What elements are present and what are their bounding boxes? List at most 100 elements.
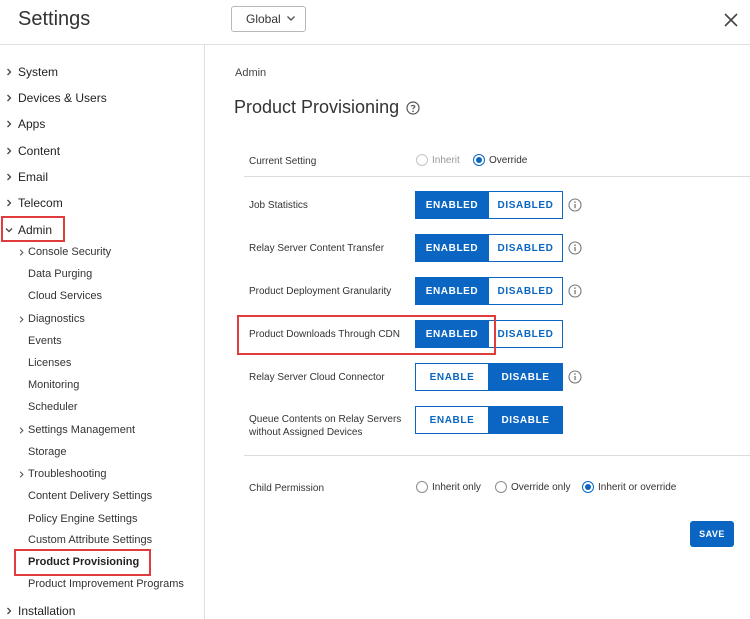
row-label-relay-content-transfer: Relay Server Content Transfer — [249, 243, 385, 254]
sidebar-item-system[interactable]: System — [0, 61, 58, 83]
sidebar-item-devices-users[interactable]: Devices & Users — [0, 87, 107, 109]
enabled-option[interactable]: ENABLED — [415, 234, 489, 262]
info-icon[interactable] — [568, 370, 582, 384]
close-icon[interactable] — [722, 11, 740, 29]
toggle-deployment-granularity: ENABLED DISABLED — [415, 277, 563, 305]
sidebar-subitem-storage[interactable]: Storage — [17, 442, 67, 462]
sidebar-item-label: Apps — [18, 117, 46, 131]
help-icon[interactable] — [406, 100, 420, 115]
sidebar-subitem-label: Console Security — [28, 246, 112, 258]
sidebar-subitem-label: Data Purging — [28, 268, 93, 280]
sidebar-item-label: Email — [18, 170, 49, 184]
sidebar-subitem-content-delivery-settings[interactable]: Content Delivery Settings — [17, 486, 152, 506]
chevron-right-icon — [19, 315, 24, 323]
radio-dot — [473, 154, 485, 166]
sidebar-subitem-troubleshooting[interactable]: Troubleshooting — [17, 464, 106, 484]
sidebar-item-admin[interactable]: Admin — [0, 219, 52, 241]
sidebar-subitem-label: Storage — [28, 446, 67, 458]
sidebar-item-label: Content — [18, 144, 61, 158]
page-title: Product Provisioning — [234, 97, 420, 118]
chevron-right-icon — [7, 120, 12, 128]
sidebar-item-telecom[interactable]: Telecom — [0, 192, 63, 214]
main-panel: Admin Product Provisioning Current Setti… — [206, 45, 750, 619]
enabled-option[interactable]: ENABLED — [415, 320, 489, 348]
divider — [244, 455, 750, 456]
enabled-option[interactable]: ENABLED — [415, 191, 489, 219]
current-setting-label: Current Setting — [249, 156, 317, 167]
chevron-right-icon — [7, 94, 12, 102]
radio-override[interactable]: Override — [473, 154, 527, 166]
sidebar-item-content[interactable]: Content — [0, 140, 60, 162]
enable-option[interactable]: ENABLE — [415, 363, 489, 391]
row-label-line: without Assigned Devices — [249, 427, 363, 438]
sidebar-subitem-policy-engine-settings[interactable]: Policy Engine Settings — [17, 509, 137, 529]
disabled-option[interactable]: DISABLED — [489, 277, 563, 305]
scope-dropdown-value: Global — [246, 12, 281, 26]
breadcrumb[interactable]: Admin — [235, 67, 266, 79]
chevron-down-icon — [5, 228, 13, 233]
save-button[interactable]: SAVE — [690, 521, 734, 547]
scope-dropdown[interactable]: Global — [231, 6, 306, 32]
sidebar-subitem-licenses[interactable]: Licenses — [17, 353, 71, 373]
radio-dot — [582, 481, 594, 493]
radio-label: Override — [489, 154, 528, 166]
sidebar-subitem-label: Events — [28, 335, 62, 347]
sidebar-subitem-events[interactable]: Events — [17, 331, 62, 351]
toggle-downloads-cdn: ENABLED DISABLED — [415, 320, 563, 348]
sidebar-subitem-label: Diagnostics — [28, 313, 85, 325]
sidebar-subitem-label: Troubleshooting — [28, 468, 107, 480]
sidebar-item-label: Telecom — [18, 196, 63, 210]
sidebar-subitem-label: Scheduler — [28, 401, 78, 413]
enable-option[interactable]: ENABLE — [415, 406, 489, 434]
sidebar-subitem-label: Product Provisioning — [28, 556, 140, 568]
toggle-job-statistics: ENABLED DISABLED — [415, 191, 563, 219]
sidebar-subitem-diagnostics[interactable]: Diagnostics — [17, 309, 85, 329]
toggle-relay-content-transfer: ENABLED DISABLED — [415, 234, 563, 262]
row-label-deployment-granularity: Product Deployment Granularity — [249, 286, 392, 297]
radio-dot — [416, 481, 428, 493]
sidebar-item-installation[interactable]: Installation — [0, 600, 75, 619]
page-title-text: Product Provisioning — [234, 97, 400, 117]
sidebar-subitem-product-provisioning[interactable]: Product Provisioning — [17, 552, 139, 572]
chevron-right-icon — [7, 199, 12, 207]
info-icon[interactable] — [568, 198, 582, 212]
radio-inherit-only[interactable]: Inherit only — [416, 481, 481, 493]
toggle-queue-contents: ENABLE DISABLE — [415, 406, 563, 434]
sidebar-subitem-data-purging[interactable]: Data Purging — [17, 264, 92, 284]
page-title-settings: Settings — [18, 8, 91, 30]
sidebar-subitem-custom-attribute-settings[interactable]: Custom Attribute Settings — [17, 530, 152, 550]
radio-inherit[interactable]: Inherit — [416, 154, 460, 166]
settings-header: Settings Global — [0, 0, 750, 45]
disabled-option[interactable]: DISABLED — [489, 191, 563, 219]
disabled-option[interactable]: DISABLED — [489, 320, 563, 348]
sidebar-subitem-label: Product Improvement Programs — [28, 578, 184, 590]
enabled-option[interactable]: ENABLED — [415, 277, 489, 305]
disable-option[interactable]: DISABLE — [489, 363, 563, 391]
row-label-line: Queue Contents on Relay Servers — [249, 414, 402, 425]
sidebar-subitem-console-security[interactable]: Console Security — [17, 242, 111, 262]
info-icon[interactable] — [568, 241, 582, 255]
chevron-right-icon — [19, 470, 24, 478]
sidebar-subitem-monitoring[interactable]: Monitoring — [17, 375, 79, 395]
info-icon[interactable] — [568, 284, 582, 298]
sidebar-subitem-settings-management[interactable]: Settings Management — [17, 420, 135, 440]
radio-label: Inherit — [432, 154, 460, 166]
radio-inherit-or-override[interactable]: Inherit or override — [582, 481, 676, 493]
chevron-right-icon — [7, 607, 12, 615]
sidebar-item-email[interactable]: Email — [0, 166, 48, 188]
disabled-option[interactable]: DISABLED — [489, 234, 563, 262]
sidebar-item-apps[interactable]: Apps — [0, 113, 45, 135]
radio-override-only[interactable]: Override only — [495, 481, 570, 493]
sidebar-subitem-label: Custom Attribute Settings — [28, 534, 153, 546]
sidebar-subitem-scheduler[interactable]: Scheduler — [17, 397, 78, 417]
chevron-down-icon — [287, 16, 295, 21]
sidebar-subitem-label: Licenses — [28, 357, 72, 369]
chevron-right-icon — [19, 248, 24, 256]
chevron-right-icon — [19, 426, 24, 434]
radio-label: Inherit only — [432, 481, 481, 493]
sidebar-subitem-label: Content Delivery Settings — [28, 490, 153, 502]
row-label-downloads-cdn: Product Downloads Through CDN — [249, 329, 401, 340]
disable-option[interactable]: DISABLE — [489, 406, 563, 434]
sidebar-subitem-product-improvement-programs[interactable]: Product Improvement Programs — [17, 574, 184, 594]
sidebar-subitem-cloud-services[interactable]: Cloud Services — [17, 286, 102, 306]
